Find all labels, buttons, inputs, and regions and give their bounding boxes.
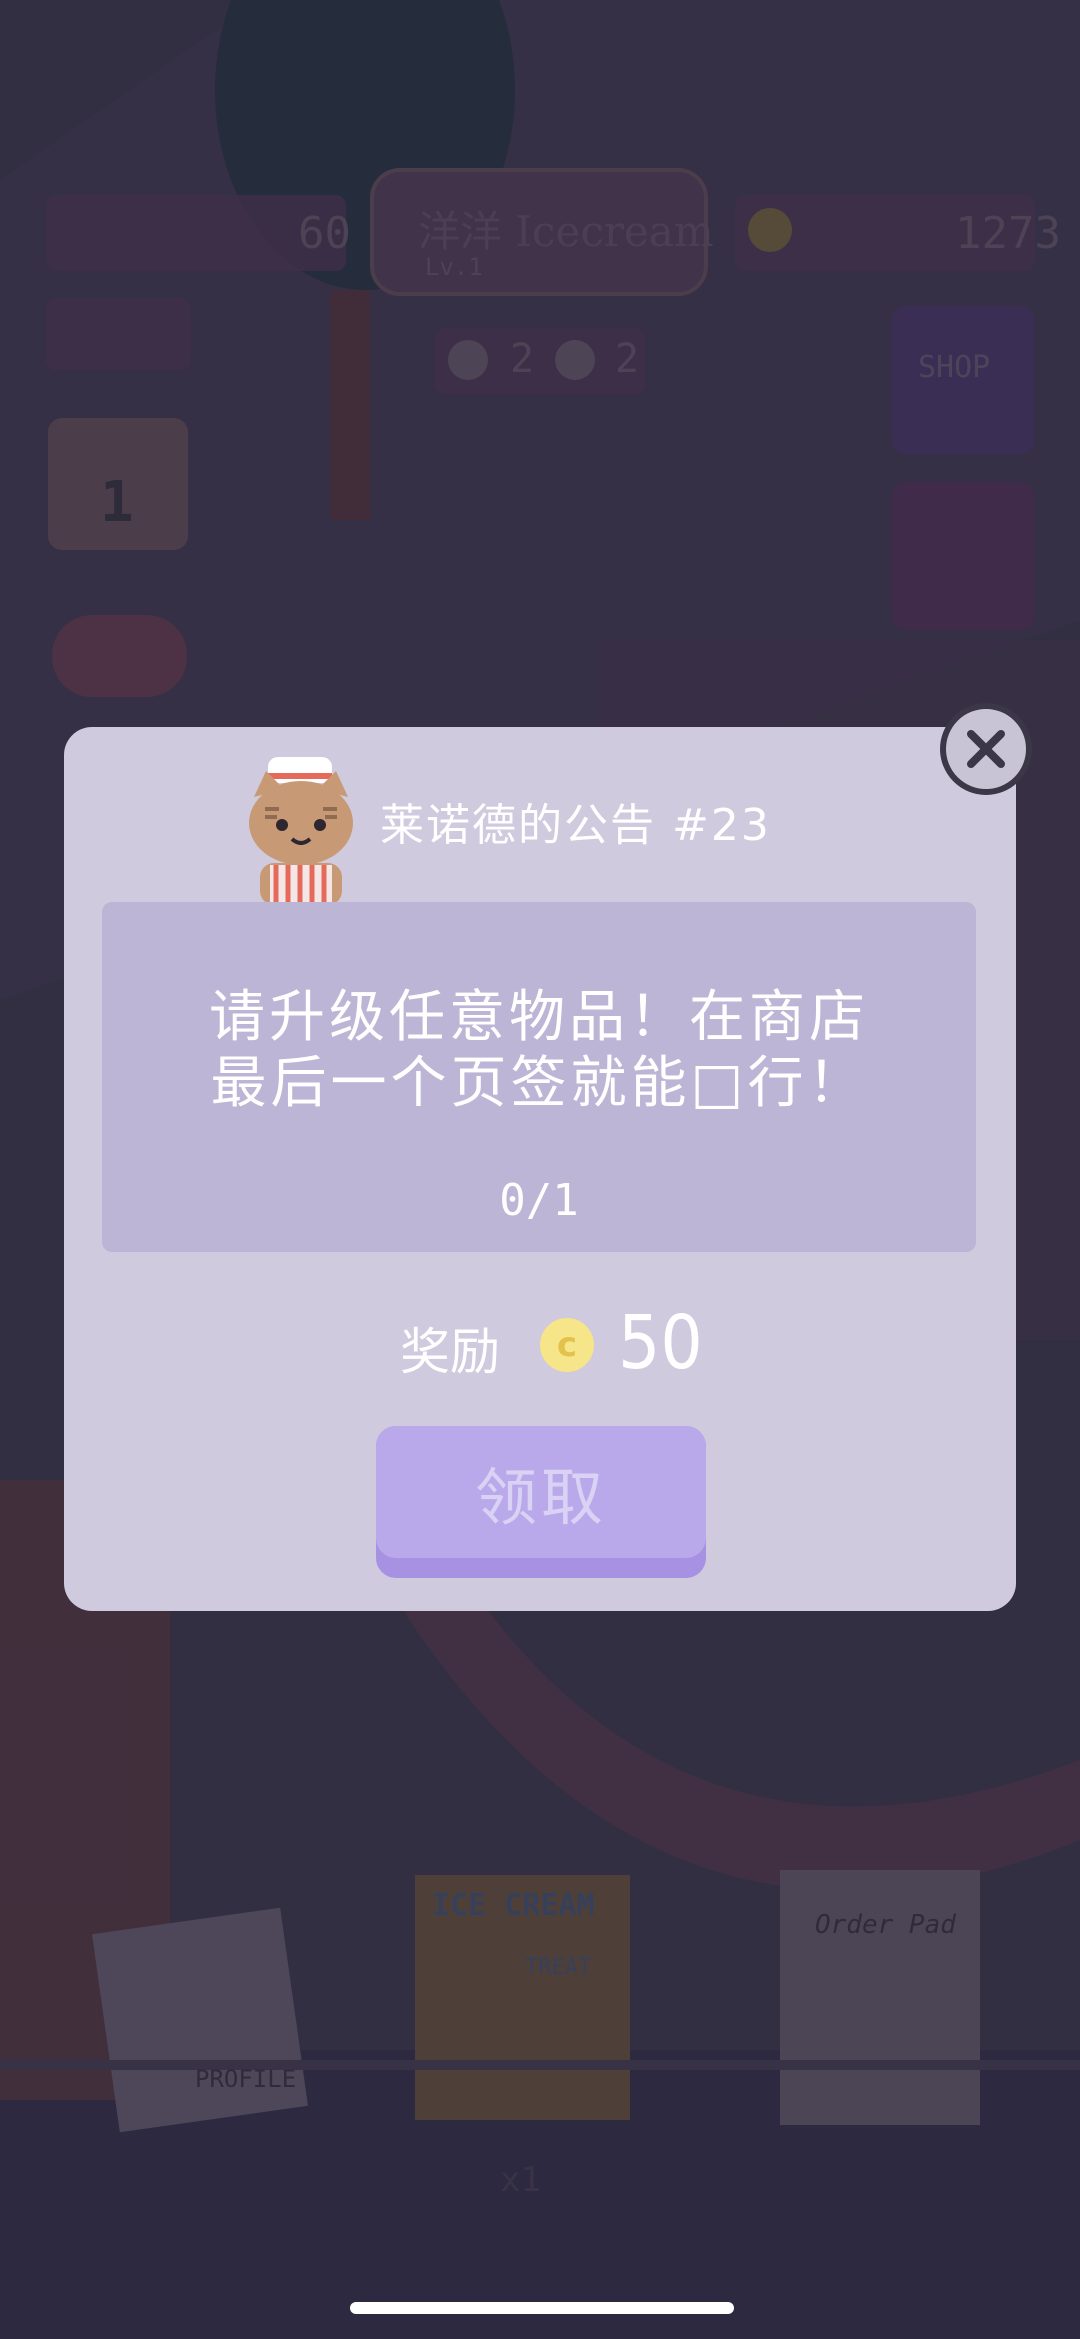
task-message-line2: 最后一个页签就能□行！: [210, 1051, 868, 1116]
reward-label: 奖励: [400, 1323, 500, 1381]
close-icon: [967, 730, 1005, 768]
task-message-line1: 请升级任意物品！在商店: [209, 985, 869, 1050]
close-button[interactable]: [940, 703, 1032, 795]
reward-value: 50: [618, 1300, 703, 1386]
coin-icon: c: [540, 1318, 594, 1372]
cat-chef-icon: [240, 745, 362, 905]
claim-button-label: 领取: [376, 1426, 706, 1558]
task-message: 请升级任意物品！在商店 最后一个页签就能□行！: [102, 985, 976, 1117]
dialog-title: 莱诺德的公告 #23: [380, 800, 771, 851]
claim-button[interactable]: 领取: [376, 1426, 706, 1578]
task-progress: 0/1: [499, 1175, 579, 1226]
home-indicator[interactable]: [350, 2302, 734, 2314]
